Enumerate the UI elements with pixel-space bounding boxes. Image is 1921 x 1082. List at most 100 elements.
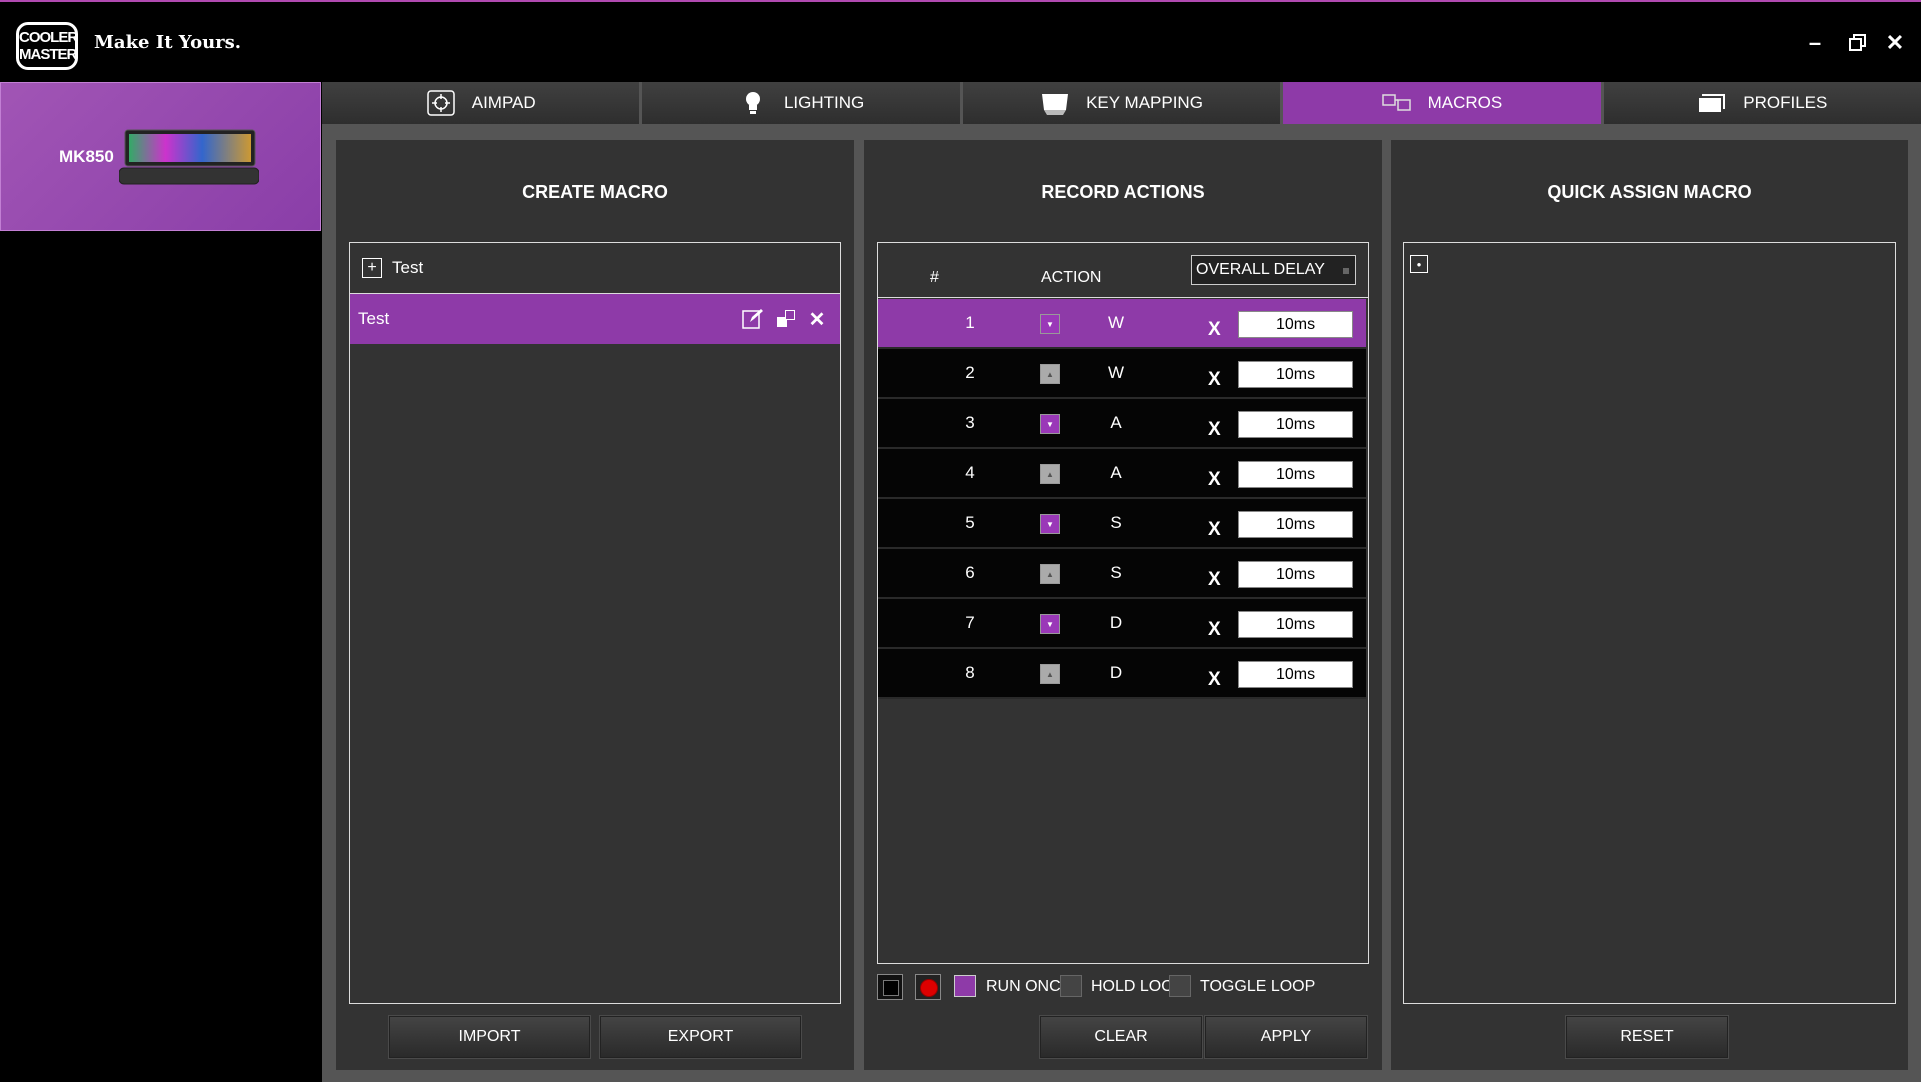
table-row[interactable]: 1 ▼ W X 10ms (878, 299, 1366, 349)
keyboard-image (119, 129, 259, 185)
row-num: 5 (965, 513, 975, 532)
tab-label: LIGHTING (783, 93, 865, 112)
macro-item[interactable]: Test ✕ (350, 294, 840, 344)
key-up-icon: ▲ (1040, 464, 1060, 484)
delete-row-button[interactable]: X (1208, 619, 1221, 641)
tab-lighting[interactable]: LIGHTING (642, 82, 960, 126)
row-key: D (1109, 613, 1123, 632)
tab-aimpad[interactable]: AIMPAD (322, 82, 640, 126)
close-icon: ✕ (808, 308, 826, 331)
restore-icon (1849, 34, 1866, 51)
record-button[interactable] (915, 974, 941, 1000)
tab-key-mapping[interactable]: KEY MAPPING (962, 82, 1281, 126)
delete-row-button[interactable]: X (1208, 419, 1221, 441)
stop-button[interactable] (877, 974, 903, 1000)
key-down-icon: ▼ (1040, 514, 1060, 534)
col-header-num: # (930, 269, 939, 286)
device-name: MK850 (59, 147, 114, 166)
delay-input[interactable]: 10ms (1238, 611, 1353, 638)
overall-delay-select[interactable]: OVERALL DELAY (1191, 255, 1356, 285)
minimize-button[interactable]: – (1800, 28, 1830, 58)
record-icon (920, 979, 938, 997)
clear-button[interactable]: CLEAR (1040, 1016, 1202, 1058)
delete-row-button[interactable]: X (1208, 319, 1221, 341)
collapse-icon[interactable]: ● (1410, 255, 1428, 273)
row-key: A (1110, 413, 1122, 432)
hold-loop-checkbox[interactable] (1060, 975, 1082, 997)
table-row[interactable]: 2 ▲ W X 10ms (878, 349, 1366, 399)
row-key: D (1109, 663, 1123, 682)
dropdown-icon (1343, 268, 1349, 274)
row-key: S (1110, 513, 1122, 532)
stop-icon (883, 980, 899, 996)
close-button[interactable]: ✕ (1880, 28, 1910, 58)
delete-macro-button[interactable]: ✕ (806, 308, 828, 331)
macro-item-name: Test (358, 309, 390, 328)
row-num: 2 (965, 363, 975, 382)
delete-row-button[interactable]: X (1208, 519, 1221, 541)
delete-row-button[interactable]: X (1208, 369, 1221, 391)
overall-delay-label: OVERALL DELAY (1196, 261, 1325, 278)
table-row[interactable]: 4 ▲ A X 10ms (878, 449, 1366, 499)
delay-input[interactable]: 10ms (1238, 511, 1353, 538)
tab-label: PROFILES (1743, 93, 1828, 112)
import-button[interactable]: IMPORT (389, 1016, 590, 1058)
delay-input[interactable]: 10ms (1238, 461, 1353, 488)
tab-label: AIMPAD (471, 93, 536, 112)
run-once-checkbox[interactable] (954, 975, 976, 997)
create-macro-panel: CREATE MACRO + Test Test ✕ IMPORT EXPORT (336, 140, 854, 1070)
duplicate-icon (777, 310, 795, 327)
tab-macros[interactable]: MACROS (1283, 82, 1601, 126)
edit-button[interactable] (742, 308, 764, 330)
key-up-icon: ▲ (1040, 664, 1060, 684)
restore-button[interactable] (1843, 28, 1873, 58)
bulb-icon (745, 92, 760, 114)
duplicate-button[interactable] (775, 308, 797, 330)
table-row[interactable]: 7 ▼ D X 10ms (878, 599, 1366, 649)
tab-label: KEY MAPPING (1086, 93, 1203, 112)
expand-icon[interactable]: + (362, 258, 382, 278)
tagline: Make It Yours. (94, 32, 242, 53)
tab-bar: AIMPAD LIGHTING KEY MAPPING MACROS PROFI… (322, 82, 1921, 126)
device-card-mk850[interactable]: MK850 (0, 82, 321, 231)
row-key: S (1110, 563, 1122, 582)
record-actions-panel: RECORD ACTIONS # ACTION OVERALL DELAY 1 … (864, 140, 1382, 1070)
key-up-icon: ▲ (1040, 564, 1060, 584)
row-num: 6 (965, 563, 975, 582)
delete-row-button[interactable]: X (1208, 569, 1221, 591)
table-row[interactable]: 5 ▼ S X 10ms (878, 499, 1366, 549)
tab-profiles[interactable]: PROFILES (1603, 82, 1921, 126)
reset-button[interactable]: RESET (1566, 1016, 1728, 1058)
delete-row-button[interactable]: X (1208, 669, 1221, 691)
table-row[interactable]: 6 ▲ S X 10ms (878, 549, 1366, 599)
actions-table: # ACTION OVERALL DELAY 1 ▼ W X 10ms 2 ▲ … (877, 242, 1369, 964)
delay-input[interactable]: 10ms (1238, 411, 1353, 438)
row-num: 7 (965, 613, 975, 632)
delay-input[interactable]: 10ms (1238, 311, 1353, 338)
edit-icon (742, 309, 763, 329)
table-row[interactable]: 3 ▼ A X 10ms (878, 399, 1366, 449)
delete-row-button[interactable]: X (1208, 469, 1221, 491)
delay-input[interactable]: 10ms (1238, 361, 1353, 388)
panel-title: QUICK ASSIGN MACRO (1547, 182, 1752, 202)
profiles-icon (1699, 94, 1726, 112)
toggle-loop-checkbox[interactable] (1169, 975, 1191, 997)
delay-input[interactable]: 10ms (1238, 561, 1353, 588)
export-button[interactable]: EXPORT (600, 1016, 801, 1058)
panel-title: RECORD ACTIONS (1041, 182, 1205, 202)
cooler-master-logo: COOLER MASTER (16, 22, 78, 70)
aimpad-icon (426, 90, 455, 116)
row-key: W (1107, 313, 1125, 332)
row-key: W (1107, 363, 1125, 382)
table-row[interactable]: 8 ▲ D X 10ms (878, 649, 1366, 699)
tab-label: MACROS (1427, 93, 1503, 112)
keycap-icon (1042, 94, 1069, 115)
panel-title: CREATE MACRO (522, 182, 668, 202)
title-bar: COOLER MASTER Make It Yours. – ✕ (0, 0, 1921, 82)
key-down-icon: ▼ (1040, 414, 1060, 434)
apply-button[interactable]: APPLY (1205, 1016, 1367, 1058)
row-num: 3 (965, 413, 975, 432)
quick-assign-panel: QUICK ASSIGN MACRO ● RESET (1391, 140, 1908, 1070)
macro-group-header[interactable]: + Test (350, 243, 840, 294)
delay-input[interactable]: 10ms (1238, 661, 1353, 688)
